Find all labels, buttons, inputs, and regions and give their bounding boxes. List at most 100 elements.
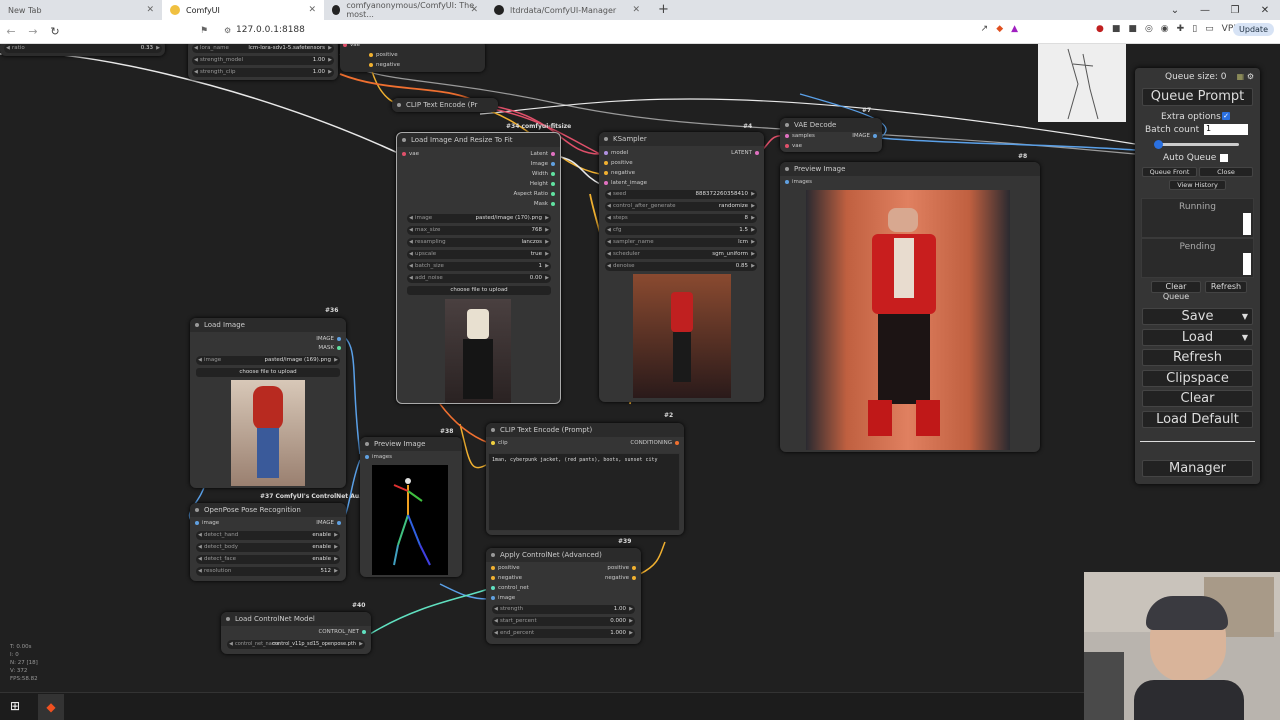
extensions-puzzle-icon[interactable]: ✚ [1177, 24, 1185, 34]
output-control-net[interactable]: CONTROL_NET [318, 629, 369, 635]
widget-steps[interactable]: steps 8 [605, 214, 757, 223]
widget-strength[interactable]: strength 1.00 [492, 605, 635, 614]
widget-batch-size[interactable]: batch_size 1 [407, 262, 551, 271]
widget-image[interactable]: image pasted/image (169).png [196, 356, 340, 365]
input-images[interactable]: images [362, 454, 392, 460]
running-scrollbar[interactable] [1243, 213, 1251, 235]
widget-cfg[interactable]: cfg 1.5 [605, 226, 757, 235]
input-positive[interactable]: positive [488, 565, 520, 571]
node-load-image[interactable]: Load Image IMAGE MASK image pasted/image … [190, 318, 346, 488]
view-history-button[interactable]: View History [1169, 180, 1226, 190]
input-images[interactable]: images [782, 179, 812, 185]
output-mask[interactable]: MASK [318, 345, 344, 351]
node-lora-loader[interactable]: lora_name lcm-lora-sdv1-5.safetensors str… [188, 44, 338, 80]
refresh-button[interactable]: Refresh [1142, 349, 1253, 366]
prompt-textarea[interactable]: 1man, cyberpunk jacket, (red pants), boo… [488, 453, 680, 531]
extension-icon[interactable]: ◎ [1145, 24, 1153, 34]
output-aspect-ratio[interactable]: Aspect Ratio [513, 191, 558, 197]
node-clip-text-encode-collapsed[interactable]: CLIP Text Encode (Pr [392, 98, 498, 112]
widget-strength-clip[interactable]: strength_clip 1.00 [192, 68, 334, 77]
node-load-controlnet-model[interactable]: Load ControlNet Model CONTROL_NET contro… [221, 612, 371, 654]
widget-control-after-generate[interactable]: control_after_generate randomize [605, 202, 757, 211]
extension-icon[interactable]: ● [1096, 24, 1104, 34]
node-apply-controlnet[interactable]: Apply ControlNet (Advanced) positive neg… [486, 548, 641, 644]
input-positive[interactable]: positive [601, 160, 633, 166]
widget-strength-model[interactable]: strength_model 1.00 [192, 56, 334, 65]
output-image[interactable]: IMAGE [316, 520, 344, 526]
widget-image[interactable]: image pasted/image (170).png [407, 214, 551, 223]
chevron-down-icon[interactable]: ▼ [1242, 330, 1248, 346]
output-image[interactable]: IMAGE [316, 336, 344, 342]
close-tab-icon[interactable]: ✕ [470, 5, 478, 15]
output-latent[interactable]: Latent [530, 151, 558, 157]
widget-start-percent[interactable]: start_percent 0.000 [492, 617, 635, 626]
brave-browser-icon[interactable]: ◆ [38, 694, 64, 720]
refresh-queue-button[interactable]: Refresh [1205, 281, 1247, 293]
node-openpose[interactable]: OpenPose Pose Recognition image IMAGE de… [190, 503, 346, 581]
url-field[interactable]: 127.0.0.1:8188 [236, 25, 305, 35]
close-tab-icon[interactable]: ✕ [308, 5, 316, 15]
output-negative[interactable]: negative [605, 575, 639, 581]
input-model[interactable]: model [601, 150, 628, 156]
node-preview-image-main[interactable]: Preview Image images [780, 162, 1040, 452]
extension-icon[interactable]: ■ [1112, 24, 1121, 34]
tab-comfyui-github[interactable]: comfyanonymous/ComfyUI: The most... ✕ [324, 0, 486, 20]
close-window-icon[interactable]: ✕ [1250, 5, 1280, 16]
input-image[interactable]: image [488, 595, 515, 601]
input-image[interactable]: image [192, 520, 219, 526]
forward-icon[interactable]: → [22, 25, 44, 38]
drag-handle-icon[interactable]: ▦ [1236, 72, 1244, 81]
widget-max-size[interactable]: max_size 768 [407, 226, 551, 235]
widget-resampling[interactable]: resampling lanczos [407, 238, 551, 247]
wallet-icon[interactable]: ▭ [1205, 24, 1214, 34]
brave-rewards-icon[interactable]: ▲ [1011, 24, 1018, 34]
input-negative[interactable]: negative [601, 170, 635, 176]
site-info-icon[interactable]: ⚙ [224, 26, 231, 35]
brave-shield-icon[interactable]: ◆ [996, 24, 1003, 34]
widget-upscale[interactable]: upscale true [407, 250, 551, 259]
widget-lora-name[interactable]: lora_name lcm-lora-sdv1-5.safetensors [192, 44, 334, 53]
tab-search-icon[interactable]: ⌄ [1160, 5, 1190, 16]
close-tab-icon[interactable]: ✕ [146, 5, 154, 15]
bookmark-icon[interactable]: ⚑ [200, 26, 208, 36]
output-conditioning[interactable]: CONDITIONING [630, 440, 682, 446]
load-default-button[interactable]: Load Default [1142, 411, 1253, 428]
output-width[interactable]: Width [532, 171, 558, 177]
widget-add-noise[interactable]: add_noise 0.00 [407, 274, 551, 283]
back-icon[interactable]: ← [0, 25, 22, 38]
sidebar-icon[interactable]: ▯ [1192, 24, 1197, 34]
output-positive[interactable]: positive [607, 565, 639, 571]
choose-file-button[interactable]: choose file to upload [196, 368, 340, 377]
output-positive[interactable]: positive [366, 52, 398, 58]
input-latent-image[interactable]: latent_image [601, 180, 647, 186]
node-lora-partial[interactable]: ratio 0.33 [0, 44, 165, 56]
widget-detect-hand[interactable]: detect_hand enable [196, 531, 340, 540]
clear-queue-button[interactable]: Clear Queue [1151, 281, 1201, 301]
output-vae[interactable]: vae [340, 44, 360, 48]
output-height[interactable]: Height [530, 181, 558, 187]
input-vae[interactable]: vae [399, 151, 419, 157]
maximize-icon[interactable]: ❐ [1220, 5, 1250, 16]
widget-detect-face[interactable]: detect_face enable [196, 555, 340, 564]
save-button[interactable]: Save ▼ [1142, 308, 1253, 325]
settings-gear-icon[interactable]: ⚙ [1247, 72, 1254, 81]
input-negative[interactable]: negative [488, 575, 522, 581]
batch-count-slider[interactable] [1154, 140, 1239, 149]
new-tab-button[interactable]: + [658, 0, 678, 20]
share-icon[interactable]: ↗ [981, 24, 989, 34]
update-button[interactable]: Update [1233, 23, 1274, 36]
output-negative[interactable]: negative [366, 62, 400, 68]
widget-detect-body[interactable]: detect_body enable [196, 543, 340, 552]
manager-button[interactable]: Manager [1142, 460, 1253, 477]
widget-sampler-name[interactable]: sampler_name lcm [605, 238, 757, 247]
output-image[interactable]: IMAGE [852, 133, 880, 139]
close-tab-icon[interactable]: ✕ [632, 5, 640, 15]
widget-scheduler[interactable]: scheduler sgm_uniform [605, 250, 757, 259]
extension-icon[interactable]: ◉ [1161, 24, 1169, 34]
widget-ratio[interactable]: ratio 0.33 [4, 44, 162, 53]
tab-comfyui[interactable]: ComfyUI ✕ [162, 0, 324, 20]
node-ksampler[interactable]: KSampler model positive negative latent_… [599, 132, 764, 402]
input-control-net[interactable]: control_net [488, 585, 529, 591]
output-image[interactable]: Image [531, 161, 558, 167]
tab-new-tab[interactable]: New Tab ✕ [0, 0, 162, 20]
